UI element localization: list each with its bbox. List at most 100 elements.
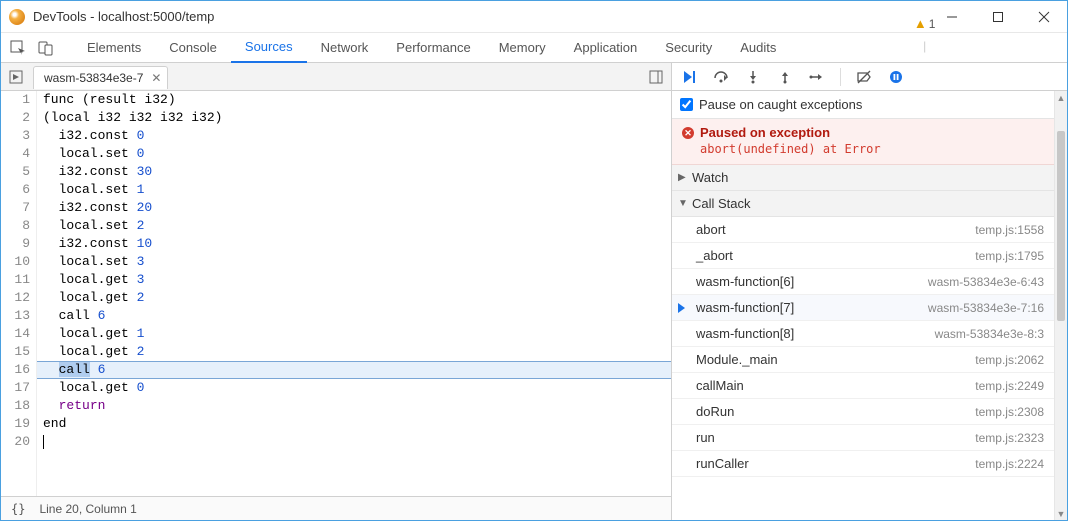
- code-line[interactable]: local.get 3: [37, 271, 671, 289]
- scrollbar[interactable]: ▲ ▼: [1054, 91, 1067, 520]
- code-line[interactable]: local.set 0: [37, 145, 671, 163]
- exception-message: abort(undefined) at Error: [700, 142, 1044, 156]
- warning-count: 1: [929, 17, 936, 31]
- stack-frame-loc: temp.js:2062: [975, 353, 1044, 367]
- code-line[interactable]: local.set 3: [37, 253, 671, 271]
- step-out-icon[interactable]: [776, 68, 794, 86]
- exception-title: Paused on exception: [700, 125, 1044, 140]
- chevron-down-icon: ▼: [678, 198, 688, 209]
- scroll-up-icon[interactable]: ▲: [1055, 91, 1067, 104]
- stack-frame-loc: wasm-53834e3e-6:43: [928, 275, 1044, 289]
- pause-on-caught-label: Pause on caught exceptions: [699, 97, 862, 112]
- code-line[interactable]: func (result i32): [37, 91, 671, 109]
- stack-frame-fn: wasm-function[8]: [696, 326, 794, 341]
- inspect-element-icon[interactable]: [9, 39, 27, 57]
- stack-frame-fn: Module._main: [696, 352, 778, 367]
- cursor-position: Line 20, Column 1: [39, 502, 136, 516]
- stack-frame-fn: run: [696, 430, 715, 445]
- stack-frame-fn: runCaller: [696, 456, 749, 471]
- devtools-logo-icon: [9, 9, 25, 25]
- code-line[interactable]: local.get 1: [37, 325, 671, 343]
- stack-frame[interactable]: run temp.js:2323: [672, 425, 1054, 451]
- stack-frame-loc: temp.js:2249: [975, 379, 1044, 393]
- tab-network[interactable]: Network: [307, 33, 383, 63]
- watch-section-header[interactable]: ▶ Watch: [672, 165, 1054, 191]
- stack-frame-fn: doRun: [696, 404, 734, 419]
- code-line[interactable]: (local i32 i32 i32 i32): [37, 109, 671, 127]
- code-line[interactable]: call 6: [37, 307, 671, 325]
- tab-memory[interactable]: Memory: [485, 33, 560, 63]
- code-line[interactable]: return: [37, 397, 671, 415]
- stack-frame-loc: wasm-53834e3e-7:16: [928, 301, 1044, 315]
- stack-frame[interactable]: doRun temp.js:2308: [672, 399, 1054, 425]
- code-line[interactable]: local.set 2: [37, 217, 671, 235]
- stack-frame-loc: temp.js:2224: [975, 457, 1044, 471]
- step-icon[interactable]: [808, 68, 826, 86]
- stack-frame[interactable]: wasm-function[7] wasm-53834e3e-7:16: [672, 295, 1054, 321]
- code-line[interactable]: local.get 2: [37, 343, 671, 361]
- tab-application[interactable]: Application: [560, 33, 652, 63]
- code-line[interactable]: i32.const 20: [37, 199, 671, 217]
- device-toolbar-icon[interactable]: [37, 39, 55, 57]
- panel-tabs: ElementsConsoleSourcesNetworkPerformance…: [1, 33, 1067, 63]
- stack-frame[interactable]: callMain temp.js:2249: [672, 373, 1054, 399]
- code-line[interactable]: i32.const 0: [37, 127, 671, 145]
- show-navigator-icon[interactable]: [7, 68, 25, 86]
- stack-frame[interactable]: Module._main temp.js:2062: [672, 347, 1054, 373]
- pause-on-caught-checkbox[interactable]: [680, 98, 693, 111]
- tab-performance[interactable]: Performance: [382, 33, 484, 63]
- tab-console[interactable]: Console: [155, 33, 231, 63]
- run-snippet-icon[interactable]: [647, 68, 665, 86]
- stack-frame[interactable]: runCaller temp.js:2224: [672, 451, 1054, 477]
- chevron-right-icon: ▶: [678, 172, 688, 183]
- code-line[interactable]: i32.const 10: [37, 235, 671, 253]
- stack-frame-loc: wasm-53834e3e-8:3: [935, 327, 1044, 341]
- tab-security[interactable]: Security: [651, 33, 726, 63]
- exception-banner: ✕ Paused on exception abort(undefined) a…: [672, 119, 1054, 165]
- tab-elements[interactable]: Elements: [73, 33, 155, 63]
- watch-label: Watch: [692, 170, 728, 185]
- file-tabs-bar: wasm-53834e3e-7 ✕: [1, 63, 671, 91]
- code-line[interactable]: i32.const 30: [37, 163, 671, 181]
- code-line[interactable]: local.get 2: [37, 289, 671, 307]
- step-over-icon[interactable]: [712, 68, 730, 86]
- step-into-icon[interactable]: [744, 68, 762, 86]
- stack-frame-loc: temp.js:2308: [975, 405, 1044, 419]
- braces-icon[interactable]: {}: [11, 502, 25, 516]
- pause-on-exceptions-icon[interactable]: [887, 68, 905, 86]
- tab-sources[interactable]: Sources: [231, 33, 307, 63]
- code-line[interactable]: [37, 433, 671, 451]
- line-gutter: 1234567891011121314151617181920: [1, 91, 37, 496]
- debugger-toolbar: [672, 63, 1067, 91]
- stack-frame-fn: callMain: [696, 378, 744, 393]
- scroll-thumb[interactable]: [1057, 131, 1065, 321]
- stack-frame[interactable]: _aborttemp.js:1795: [672, 243, 1054, 269]
- stack-frame-fn: abort: [696, 222, 726, 237]
- warning-icon: ▲: [914, 16, 927, 31]
- scroll-down-icon[interactable]: ▼: [1055, 507, 1067, 520]
- file-tab[interactable]: wasm-53834e3e-7 ✕: [33, 66, 168, 89]
- stack-frame[interactable]: wasm-function[6] wasm-53834e3e-6:43: [672, 269, 1054, 295]
- stack-frame[interactable]: wasm-function[8] wasm-53834e3e-8:3: [672, 321, 1054, 347]
- code-editor[interactable]: 1234567891011121314151617181920 func (re…: [1, 91, 671, 496]
- stack-frame[interactable]: aborttemp.js:1558: [672, 217, 1054, 243]
- warnings-badge[interactable]: ▲ 1: [914, 16, 936, 31]
- stack-frame-fn: wasm-function[7]: [696, 300, 794, 315]
- status-bar: {} Line 20, Column 1: [1, 496, 671, 520]
- code-line[interactable]: call 6: [37, 361, 671, 379]
- stack-frame-loc: temp.js:2323: [975, 431, 1044, 445]
- close-tab-icon[interactable]: ✕: [151, 71, 161, 85]
- callstack-section-header[interactable]: ▼ Call Stack: [672, 191, 1054, 217]
- tab-audits[interactable]: Audits: [726, 33, 790, 63]
- code-area[interactable]: func (result i32)(local i32 i32 i32 i32)…: [37, 91, 671, 496]
- resume-icon[interactable]: [680, 68, 698, 86]
- stack-frame-fn: _abort: [696, 248, 733, 263]
- pause-on-caught-row[interactable]: Pause on caught exceptions: [672, 91, 1054, 119]
- stack-frame-fn: wasm-function[6]: [696, 274, 794, 289]
- code-line[interactable]: end: [37, 415, 671, 433]
- code-line[interactable]: local.get 0: [37, 379, 671, 397]
- callstack-list: aborttemp.js:1558_aborttemp.js:1795wasm-…: [672, 217, 1054, 477]
- deactivate-breakpoints-icon[interactable]: [855, 68, 873, 86]
- error-icon: ✕: [682, 127, 694, 139]
- code-line[interactable]: local.set 1: [37, 181, 671, 199]
